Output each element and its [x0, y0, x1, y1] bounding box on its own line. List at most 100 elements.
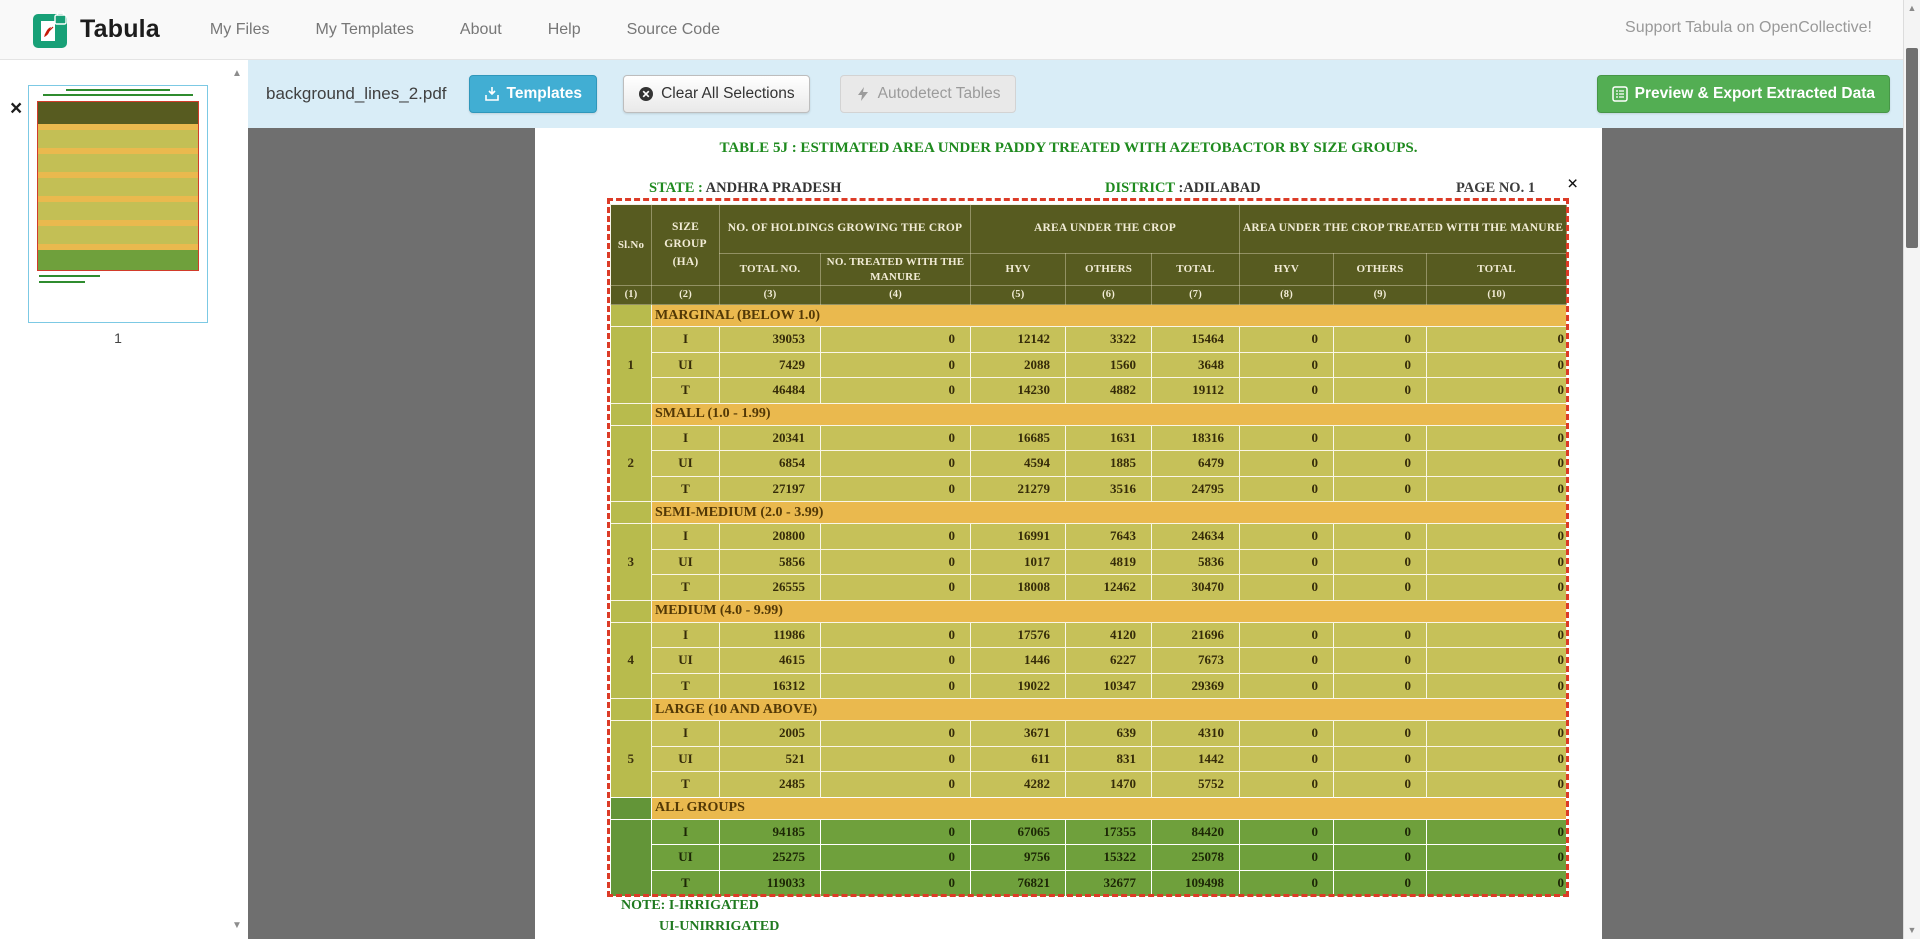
value-cell: 7429 [720, 352, 821, 378]
thumbnail-page-number: 1 [28, 330, 208, 346]
page-thumbnail[interactable] [28, 85, 208, 323]
nav-item-my-templates[interactable]: My Templates [315, 21, 413, 39]
value-cell: 15464 [1152, 327, 1240, 353]
value-cell: 0 [1240, 378, 1334, 404]
scrollbar-up-icon[interactable]: ▲ [1904, 0, 1920, 17]
note-line-2: UI-UNIRRIGATED [659, 919, 779, 935]
table-row: T24850428214705752000 [611, 772, 1567, 798]
value-cell: 16991 [971, 524, 1066, 550]
table-row: UI52106118311442000 [611, 746, 1567, 772]
value-cell: 0 [1240, 352, 1334, 378]
value-cell: 0 [1240, 673, 1334, 699]
row-label-cell: T [652, 575, 720, 601]
brand-title: Tabula [80, 15, 160, 44]
value-cell: 0 [1334, 746, 1427, 772]
value-cell: 1446 [971, 648, 1066, 674]
value-cell: 32677 [1066, 870, 1152, 896]
list-alt-icon [1612, 86, 1628, 102]
district-heading: DISTRICT :ADILABAD [1105, 180, 1261, 197]
value-cell: 4615 [720, 648, 821, 674]
value-cell: 0 [821, 476, 971, 502]
sidebar-scroll-down-icon[interactable]: ▼ [232, 920, 242, 931]
remove-file-icon[interactable]: × [10, 98, 22, 119]
column-subheader: OTHERS [1334, 254, 1427, 286]
value-cell: 0 [1427, 549, 1567, 575]
value-cell: 84420 [1152, 819, 1240, 845]
value-cell: 76821 [971, 870, 1066, 896]
column-number: (3) [720, 286, 821, 305]
value-cell: 0 [821, 870, 971, 896]
pdf-page[interactable]: TABLE 5J : ESTIMATED AREA UNDER PADDY TR… [535, 128, 1602, 939]
value-cell: 119033 [720, 870, 821, 896]
value-cell: 0 [1427, 425, 1567, 451]
value-cell: 21279 [971, 476, 1066, 502]
nav-item-help[interactable]: Help [548, 21, 581, 39]
value-cell: 0 [821, 575, 971, 601]
column-header: NO. OF HOLDINGS GROWING THE CROP [720, 205, 971, 254]
value-cell: 24795 [1152, 476, 1240, 502]
value-cell: 0 [821, 425, 971, 451]
support-link[interactable]: Support Tabula on OpenCollective! [1625, 19, 1872, 37]
value-cell: 17576 [971, 622, 1066, 648]
preview-export-button[interactable]: Preview & Export Extracted Data [1597, 75, 1890, 113]
value-cell: 0 [1334, 622, 1427, 648]
row-label-cell: UI [652, 648, 720, 674]
value-cell: 0 [1334, 425, 1427, 451]
value-cell: 16685 [971, 425, 1066, 451]
note-line-1: NOTE: I-IRRIGATED [621, 898, 759, 914]
slno-spacer-cell [611, 305, 652, 327]
district-value: :ADILABAD [1175, 180, 1261, 196]
value-cell: 0 [821, 352, 971, 378]
nav-item-about[interactable]: About [460, 21, 502, 39]
table-row: UI68540459418856479000 [611, 451, 1567, 477]
navbar: Tabula My Files My Templates About Help … [0, 0, 1920, 60]
sidebar-scroll-up-icon[interactable]: ▲ [232, 68, 242, 79]
autodetect-button-label: Autodetect Tables [878, 85, 1001, 103]
value-cell: 831 [1066, 746, 1152, 772]
value-cell: 21696 [1152, 622, 1240, 648]
value-cell: 0 [1427, 721, 1567, 747]
slno-spacer-cell [611, 797, 652, 819]
value-cell: 0 [1334, 721, 1427, 747]
value-cell: 14230 [971, 378, 1066, 404]
scrollbar-thumb[interactable] [1906, 48, 1918, 248]
value-cell: 10347 [1066, 673, 1152, 699]
value-cell: 0 [1427, 870, 1567, 896]
value-cell: 0 [821, 378, 971, 404]
state-heading: STATE : ANDHRA PRADESH [649, 180, 841, 197]
size-group-band-label: MEDIUM (4.0 - 9.99) [652, 600, 1567, 622]
value-cell: 0 [1240, 549, 1334, 575]
remove-selection-icon[interactable]: × [1567, 174, 1578, 194]
scrollbar-down-icon[interactable]: ▼ [1904, 922, 1920, 939]
value-cell: 26555 [720, 575, 821, 601]
value-cell: 4282 [971, 772, 1066, 798]
pdf-table-title: TABLE 5J : ESTIMATED AREA UNDER PADDY TR… [535, 140, 1602, 157]
table-row: T265550180081246230470000 [611, 575, 1567, 601]
nav-item-source-code[interactable]: Source Code [627, 21, 720, 39]
row-label-cell: T [652, 870, 720, 896]
value-cell: 0 [1334, 575, 1427, 601]
window-scrollbar[interactable]: ▲ ▼ [1903, 0, 1920, 939]
value-cell: 20341 [720, 425, 821, 451]
state-label: STATE : [649, 180, 703, 196]
table-row: T46484014230488219112000 [611, 378, 1567, 404]
value-cell: 3671 [971, 721, 1066, 747]
value-cell: 0 [1334, 819, 1427, 845]
value-cell: 1017 [971, 549, 1066, 575]
value-cell: 0 [1240, 819, 1334, 845]
value-cell: 0 [1427, 845, 1567, 871]
column-subheader: OTHERS [1066, 254, 1152, 286]
size-group-band-row: ALL GROUPS [611, 797, 1567, 819]
table-row: UI58560101748195836000 [611, 549, 1567, 575]
templates-button-label: Templates [507, 85, 583, 103]
value-cell: 0 [1240, 870, 1334, 896]
table-row: 3I20800016991764324634000 [611, 524, 1567, 550]
nav-item-my-files[interactable]: My Files [210, 21, 270, 39]
row-label-cell: I [652, 819, 720, 845]
value-cell: 3322 [1066, 327, 1152, 353]
value-cell: 4882 [1066, 378, 1152, 404]
value-cell: 0 [1334, 476, 1427, 502]
templates-button[interactable]: Templates [469, 75, 598, 113]
clear-all-selections-button[interactable]: Clear All Selections [623, 75, 810, 113]
table-row: UI25275097561532225078000 [611, 845, 1567, 871]
